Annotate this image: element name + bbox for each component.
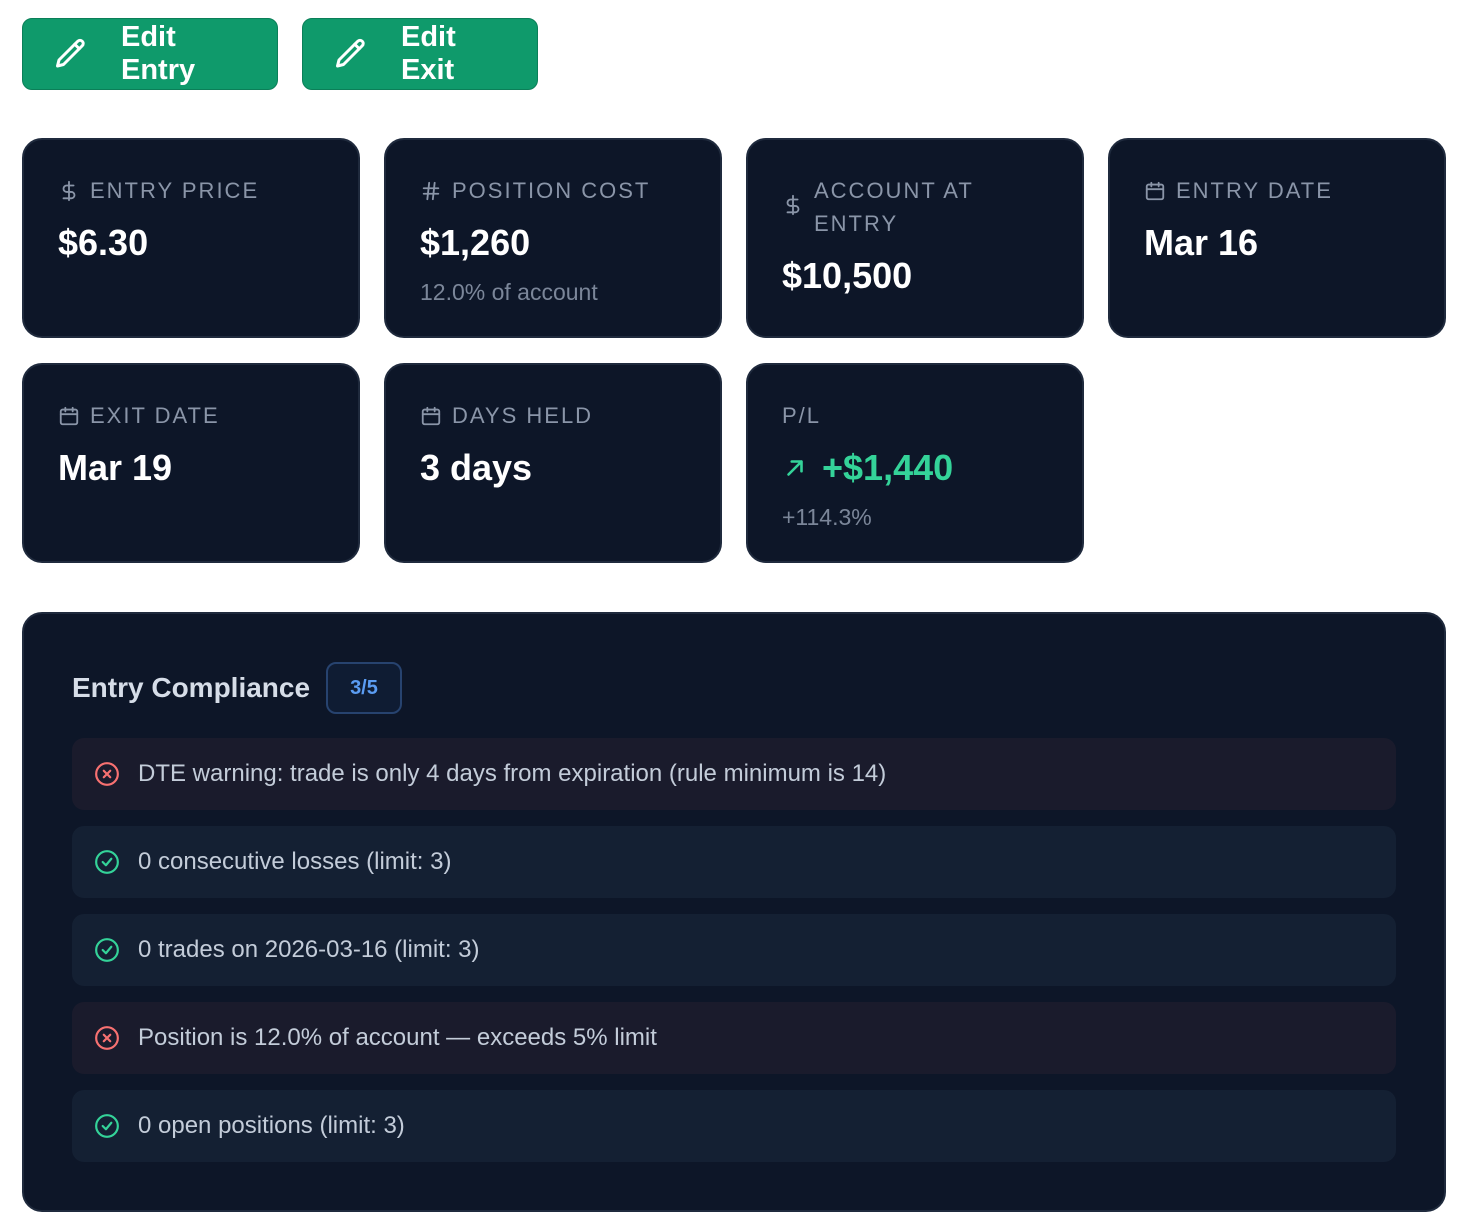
position-cost-value: $1,260 — [420, 222, 531, 263]
compliance-item: 0 open positions (limit: 3) — [72, 1090, 1396, 1162]
account-at-entry-card: Account at Entry $10,500 — [746, 138, 1084, 338]
compliance-score-badge: 3/5 — [326, 662, 402, 714]
days-held-label: Days Held — [452, 403, 594, 428]
entry-date-label: Entry Date — [1176, 178, 1333, 203]
check-circle-icon — [95, 850, 119, 874]
compliance-title: Entry Compliance — [72, 672, 311, 703]
exit-date-label: Exit Date — [90, 403, 220, 428]
compliance-item-text: Position is 12.0% of account — exceeds 5… — [138, 1024, 657, 1051]
pl-card: P/L +$1,440 +114.3% — [746, 363, 1084, 563]
dollar-icon — [786, 194, 800, 216]
position-cost-label: Position Cost — [452, 178, 651, 203]
exit-date-card: Exit Date Mar 19 — [22, 363, 360, 563]
account-at-entry-label: Account at Entry — [814, 178, 974, 236]
dollar-icon — [62, 180, 76, 202]
pl-value: +$1,440 — [822, 447, 954, 488]
entry-compliance-panel: Entry Compliance 3/5 DTE warning: trade … — [22, 612, 1446, 1212]
compliance-list: DTE warning: trade is only 4 days from e… — [72, 738, 1396, 1162]
entry-price-card: Entry Price $6.30 — [22, 138, 360, 338]
pl-label: P/L — [782, 403, 822, 428]
edit-exit-label: Edit Exit — [401, 21, 456, 86]
trade-actions: Edit Entry Edit Exit — [22, 18, 538, 90]
compliance-item: 0 consecutive losses (limit: 3) — [72, 826, 1396, 898]
compliance-item: 0 trades on 2026-03-16 (limit: 3) — [72, 914, 1396, 986]
compliance-item: Position is 12.0% of account — exceeds 5… — [72, 1002, 1396, 1074]
x-circle-icon — [95, 1026, 119, 1050]
edit-entry-label: Edit Entry — [121, 21, 196, 86]
days-held-card: Days Held 3 days — [384, 363, 722, 563]
account-at-entry-value: $10,500 — [782, 255, 913, 296]
hash-icon — [422, 181, 440, 201]
edit-entry-button[interactable]: Edit Entry — [22, 18, 278, 90]
compliance-item: DTE warning: trade is only 4 days from e… — [72, 738, 1396, 810]
compliance-header: Entry Compliance 3/5 — [72, 662, 1396, 714]
compliance-item-text: 0 open positions (limit: 3) — [138, 1112, 405, 1139]
pencil-icon — [336, 38, 365, 68]
compliance-item-text: DTE warning: trade is only 4 days from e… — [138, 760, 887, 787]
check-circle-icon — [95, 938, 119, 962]
calendar-icon — [59, 406, 79, 426]
x-circle-icon — [95, 762, 119, 786]
compliance-item-text: 0 trades on 2026-03-16 (limit: 3) — [138, 936, 480, 963]
days-held-value: 3 days — [420, 447, 533, 488]
edit-exit-button[interactable]: Edit Exit — [302, 18, 538, 90]
entry-price-label: Entry Price — [90, 178, 260, 203]
trade-detail-page: Edit Entry Edit Exit Entry Price $6.30 P… — [0, 0, 1466, 1232]
entry-date-card: Entry Date Mar 16 — [1108, 138, 1446, 338]
check-circle-icon — [95, 1114, 119, 1138]
calendar-icon — [421, 406, 441, 426]
position-cost-card: Position Cost $1,260 12.0% of account — [384, 138, 722, 338]
exit-date-value: Mar 19 — [58, 447, 173, 488]
pl-percent: +114.3% — [782, 504, 872, 530]
entry-date-value: Mar 16 — [1144, 222, 1259, 263]
compliance-item-text: 0 consecutive losses (limit: 3) — [138, 848, 452, 875]
pencil-icon — [56, 38, 85, 68]
position-cost-percent: 12.0% of account — [420, 279, 598, 305]
pl-value-row: +$1,440 — [782, 448, 1082, 488]
entry-price-value: $6.30 — [58, 222, 149, 263]
calendar-icon — [1145, 181, 1165, 201]
arrow-up-right-icon — [787, 460, 803, 476]
